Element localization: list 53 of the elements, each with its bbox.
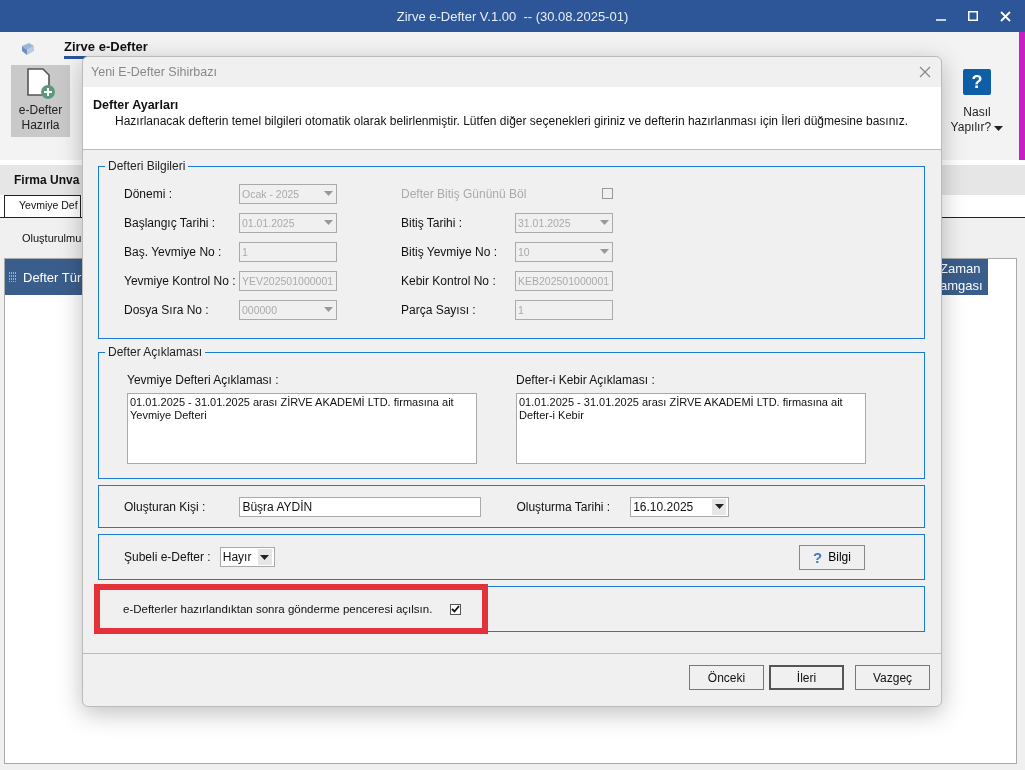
caret-icon xyxy=(600,249,609,254)
checkbox[interactable] xyxy=(450,603,461,615)
field-label: Parça Sayısı : xyxy=(401,302,477,317)
dialog-heading: Defter Ayarları xyxy=(93,98,180,112)
caret-icon xyxy=(324,191,333,196)
caret-icon xyxy=(600,220,609,225)
sub-label: Oluşturulmu xyxy=(22,232,82,244)
field-label: Dönemi : xyxy=(124,186,174,201)
text-area[interactable]: 01.01.2025 - 31.01.2025 arası ZİRVE AKADEMİ LTD. firmasına ait Defter-i Kebir xyxy=(516,393,866,464)
dropdown[interactable]: Hayır xyxy=(219,547,275,567)
help-icon: ? xyxy=(963,69,991,95)
caret-icon xyxy=(260,554,270,560)
ribbon-button[interactable]: e-Defter Hazırla xyxy=(11,65,70,137)
field-label: Oluşturan Kişi : xyxy=(124,499,206,514)
document-plus-icon xyxy=(25,68,56,100)
tab[interactable]: Yevmiye Def xyxy=(4,195,81,217)
date-dropdown[interactable]: 16.10.2025 xyxy=(630,496,730,517)
checkmark-icon xyxy=(451,605,460,613)
column-header[interactable]: Defter Tür xyxy=(5,259,84,295)
close-icon[interactable] xyxy=(919,66,931,78)
field-label: Yevmiye Defteri Açıklaması : xyxy=(127,373,280,387)
text-field[interactable]: Büşra AYDİN xyxy=(239,496,482,517)
group-title: Defteri Bilgileri xyxy=(107,159,187,173)
checkbox-label: Defter Bitiş Gününü Böl xyxy=(401,186,527,201)
dialog-description: Hazırlanacak defterin temel bilgileri otomatik olarak belirlenmiştir. Lütfen diğer seçenekleri giriniz ve defterin hazırlanması için İleri düğmesine basınız. xyxy=(114,114,910,128)
field-label: Kebir Kontrol No : xyxy=(401,273,497,288)
text-area[interactable]: 01.01.2025 - 31.01.2025 arası ZİRVE AKADEMİ LTD. firmasına ait Yevmiye Defteri xyxy=(127,393,477,464)
caret-icon xyxy=(994,126,1004,131)
window-title: Zirve e-Defter V.1.00 -- (30.08.2025-01) xyxy=(396,8,629,24)
section-header: Firma Unva xyxy=(14,173,80,187)
dialog-button[interactable]: Vazgeç xyxy=(855,665,930,690)
field-label: Dosya Sıra No : xyxy=(124,302,210,317)
help-button[interactable]: ? Nasıl Yapılır? xyxy=(949,69,1005,135)
checkbox-label: e-Defterler hazırlandıktan sonra gönderme penceresi açılsın. xyxy=(123,603,433,615)
caret-icon xyxy=(714,504,724,509)
list-icon xyxy=(9,272,17,282)
field-label: Bitiş Yevmiye No : xyxy=(401,244,499,259)
field-label: Yevmiye Kontrol No : xyxy=(124,273,237,288)
app-logo-icon[interactable] xyxy=(20,41,36,57)
field-label: Başlangıç Tarihi : xyxy=(124,215,217,230)
dialog-button[interactable]: İleri xyxy=(769,665,844,690)
field-label: Oluşturma Tarihi : xyxy=(516,499,611,514)
dialog-button[interactable]: Önceki xyxy=(689,665,764,690)
field-label: Bitiş Tarihi : xyxy=(401,215,464,230)
info-button[interactable]: ? Bilgi xyxy=(799,544,865,570)
maximize-icon[interactable] xyxy=(968,11,978,21)
caret-icon xyxy=(324,220,333,225)
dialog-title: Yeni E-Defter Sihirbazı xyxy=(91,65,218,79)
group-title: Defter Açıklaması xyxy=(107,345,204,359)
caret-icon xyxy=(324,307,333,312)
field-label: Baş. Yevmiye No : xyxy=(124,244,223,259)
field-label: Şubeli e-Defter : xyxy=(124,550,211,564)
field-label: Defter-i Kebir Açıklaması : xyxy=(516,373,656,387)
